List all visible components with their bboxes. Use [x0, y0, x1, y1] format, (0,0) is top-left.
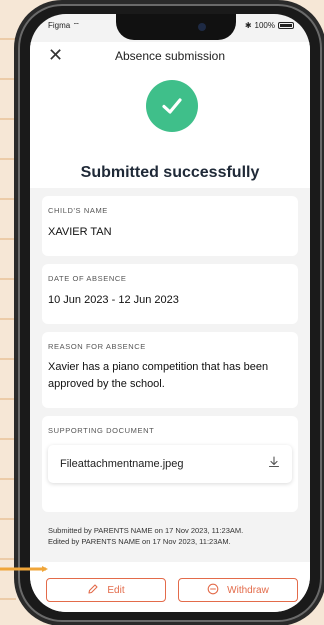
submitted-by-text: Submitted by PARENTS NAME on 17 Nov 2023…	[48, 526, 244, 535]
child-name-label: CHILD'S NAME	[48, 206, 108, 215]
status-carrier: Figma ⌔	[48, 21, 80, 31]
document-card: SUPPORTING DOCUMENT Fileattachmentname.j…	[42, 416, 298, 512]
success-hero: Submitted successfully	[30, 70, 310, 188]
document-file-name: Fileattachmentname.jpeg	[60, 458, 184, 470]
date-label: DATE OF ABSENCE	[48, 274, 127, 283]
success-headline: Submitted successfully	[80, 164, 260, 181]
app-header: ✕ Absence submission	[30, 42, 310, 70]
app-screen: Figma ⌔ ✱ 100% ✕ Absence submission Subm…	[30, 14, 310, 612]
status-bar: Figma ⌔ ✱ 100%	[30, 20, 310, 34]
battery-percent: 100%	[254, 21, 275, 30]
document-attachment[interactable]: Fileattachmentname.jpeg	[48, 445, 292, 483]
minus-circle-icon	[207, 583, 219, 598]
date-card: DATE OF ABSENCE 10 Jun 2023 - 12 Jun 202…	[42, 264, 298, 324]
bluetooth-icon: ✱	[244, 21, 252, 30]
document-label: SUPPORTING DOCUMENT	[48, 426, 155, 435]
edit-button-label: Edit	[107, 584, 125, 596]
carrier-label: Figma	[48, 21, 71, 30]
background-ruled-lines	[0, 0, 16, 625]
highlight-arrow-icon	[0, 566, 48, 572]
success-check-icon	[146, 80, 198, 132]
download-icon[interactable]	[268, 455, 280, 473]
wifi-icon: ⌔	[72, 21, 80, 30]
child-name-card: CHILD'S NAME XAVIER TAN	[42, 196, 298, 256]
submission-meta: Submitted by PARENTS NAME on 17 Nov 2023…	[48, 526, 298, 548]
edit-button[interactable]: Edit	[46, 578, 166, 602]
withdraw-button[interactable]: Withdraw	[178, 578, 298, 602]
close-icon[interactable]: ✕	[48, 46, 63, 64]
pencil-icon	[87, 583, 99, 598]
page-title: Absence submission	[114, 49, 226, 63]
date-value: 10 Jun 2023 - 12 Jun 2023	[48, 294, 179, 306]
reason-label: REASON FOR ABSENCE	[48, 342, 146, 351]
battery-icon	[278, 22, 294, 29]
withdraw-button-label: Withdraw	[227, 584, 269, 596]
reason-value: Xavier has a piano competition that has …	[48, 361, 269, 390]
status-right: ✱ 100%	[245, 21, 294, 30]
edited-by-text: Edited by PARENTS NAME on 17 Nov 2023, 1…	[48, 536, 231, 546]
action-bar: Edit Withdraw	[30, 562, 310, 612]
reason-card: REASON FOR ABSENCE Xavier has a piano co…	[42, 332, 298, 408]
child-name-value: XAVIER TAN	[48, 226, 112, 238]
